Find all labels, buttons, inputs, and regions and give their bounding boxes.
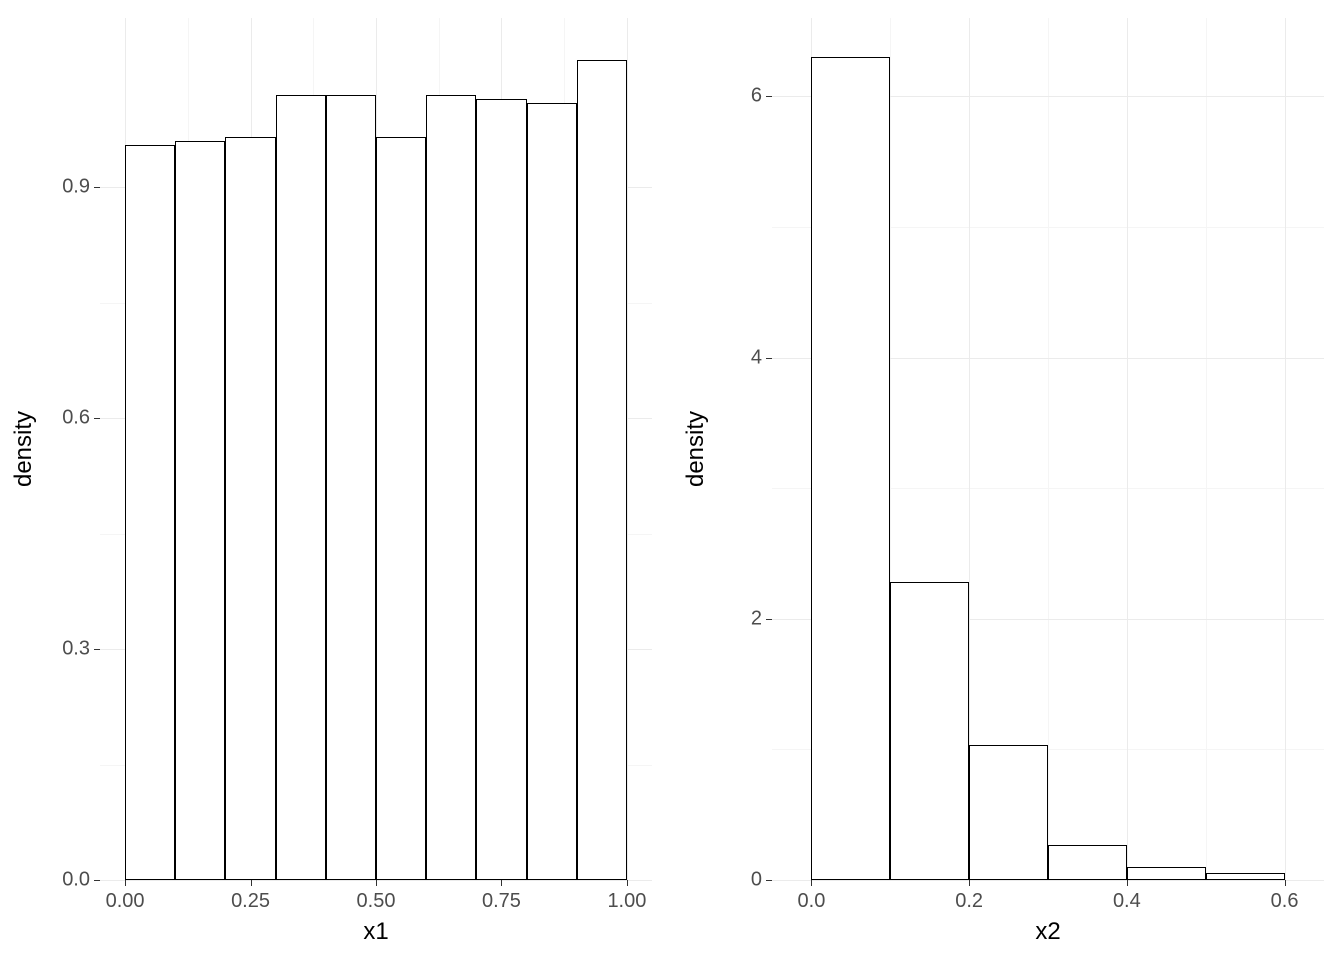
plot-panel-x1: [100, 18, 652, 880]
histogram-bar: [326, 95, 376, 880]
histogram-bar: [175, 141, 225, 880]
histogram-bar: [376, 137, 426, 880]
x-axis-title: x1: [363, 918, 388, 946]
x-tick-label: 0.00: [106, 890, 145, 913]
x-tick-label: 0.0: [798, 890, 826, 913]
y-tick: [94, 418, 100, 419]
x-axis-title: x2: [1035, 918, 1060, 946]
y-tick: [766, 96, 772, 97]
x-tick: [125, 880, 126, 886]
histogram-bar: [1127, 867, 1206, 880]
histogram-bar: [969, 745, 1048, 880]
y-tick-label: 0.9: [62, 176, 90, 199]
y-tick-label: 0.6: [62, 407, 90, 430]
x-tick: [501, 880, 502, 886]
gridline-v: [1127, 18, 1128, 880]
gridline-v: [1048, 18, 1049, 880]
gridline-v: [1206, 18, 1207, 880]
x-tick: [1285, 880, 1286, 886]
x-tick-label: 1.00: [607, 890, 646, 913]
histogram-bar: [225, 137, 275, 880]
x-tick: [1127, 880, 1128, 886]
chart-row: density x1 0.00.30.60.90.000.250.500.751…: [0, 0, 1344, 960]
x-tick-label: 0.75: [482, 890, 521, 913]
x-tick: [969, 880, 970, 886]
x-tick: [627, 880, 628, 886]
histogram-bar: [426, 95, 476, 880]
x-tick-label: 0.4: [1113, 890, 1141, 913]
y-tick-label: 0.3: [62, 638, 90, 661]
plot-panel-x2: [772, 18, 1324, 880]
histogram-bar: [276, 95, 326, 880]
y-axis-title: density: [10, 411, 38, 487]
histogram-bar: [577, 60, 627, 880]
y-tick: [94, 187, 100, 188]
gridline-v: [1285, 18, 1286, 880]
x-tick: [811, 880, 812, 886]
histogram-bar: [476, 99, 526, 880]
x-tick-label: 0.50: [357, 890, 396, 913]
chart-facet-x1: density x1 0.0 0.3 0.6 0.9 0.00 0.25 0.50 0.75 1…: [0, 0, 672, 960]
chart-facet-x2: density x2 0 2 4 6 0.0 0.2 0.4 0.6: [672, 0, 1344, 960]
x-tick-label: 0.6: [1271, 890, 1299, 913]
y-tick: [766, 619, 772, 620]
y-tick-label: 2: [751, 607, 762, 630]
y-tick: [766, 880, 772, 881]
x-tick-label: 0.2: [955, 890, 983, 913]
y-tick: [766, 358, 772, 359]
x-tick-label: 0.25: [231, 890, 270, 913]
y-tick-label: 0: [751, 869, 762, 892]
gridline-h: [772, 880, 1324, 881]
histogram-bar: [125, 145, 175, 880]
y-tick-label: 4: [751, 346, 762, 369]
x-tick: [251, 880, 252, 886]
y-tick: [94, 880, 100, 881]
y-tick-label: 0.0: [62, 869, 90, 892]
y-tick-label: 6: [751, 85, 762, 108]
histogram-bar: [527, 103, 577, 880]
histogram-bar: [811, 57, 890, 880]
gridline-v: [627, 18, 628, 880]
histogram-bar: [890, 582, 969, 880]
x-tick: [376, 880, 377, 886]
y-tick: [94, 649, 100, 650]
histogram-bar: [1206, 873, 1285, 880]
y-axis-title: density: [682, 411, 710, 487]
histogram-bar: [1048, 845, 1127, 880]
